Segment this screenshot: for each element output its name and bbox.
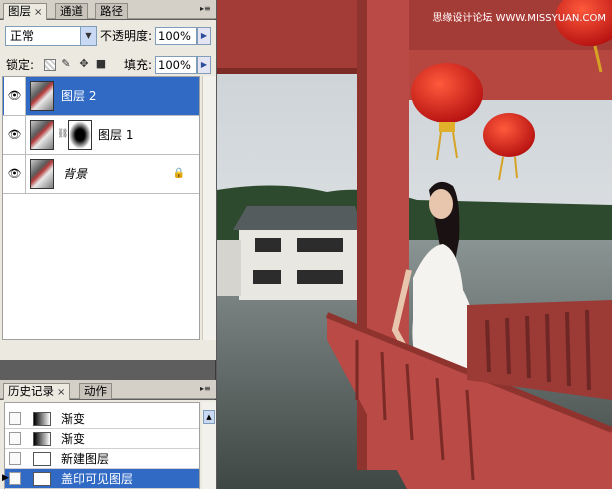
history-item[interactable]: 渐变 (5, 409, 199, 429)
layer-thumbnail (30, 120, 54, 150)
history-item[interactable]: 新建图层 (5, 449, 199, 469)
gradient-icon (33, 432, 51, 446)
layer-row-background[interactable]: 👁 背景 🔒 (3, 155, 199, 194)
tab-actions[interactable]: 动作 (79, 383, 112, 399)
tab-channels[interactable]: 通道 (55, 3, 88, 19)
layer-name: 背景 (63, 167, 88, 181)
opacity-label: 不透明度: (100, 29, 153, 43)
tab-history[interactable]: 历史记录 × (3, 383, 71, 400)
history-tabbar: 历史记录 × 动作 ▸≡ (0, 380, 216, 400)
opacity-input[interactable]: 100% (155, 27, 197, 45)
document-canvas[interactable]: 思缘设计论坛 WWW.MISSYUAN.COM (217, 0, 612, 489)
tab-layers[interactable]: 图层 × (3, 3, 48, 20)
lock-image-brush-icon[interactable]: ✎ (60, 58, 72, 70)
lock-position-move-icon[interactable]: ✥ (78, 58, 90, 70)
layer-thumbnail (30, 159, 54, 189)
panel-menu-icon[interactable]: ▸≡ (200, 385, 212, 395)
layer-row-layer1[interactable]: 👁 ⛓ 图层 1 (3, 116, 199, 155)
panels-dock: 图层 × 通道 路径 ▸≡ 正常 ▼ 不透明度: 100% ▶ 锁定: ✎ ✥ … (0, 0, 216, 489)
eye-icon[interactable]: 👁 (4, 116, 26, 154)
layers-list: 👁 图层 2 👁 ⛓ 图层 1 👁 背景 🔒 (2, 76, 200, 340)
chain-link-icon[interactable]: ⛓ (57, 129, 68, 139)
layer-name: 图层 2 (61, 89, 97, 103)
watermark-text: 思缘设计论坛 WWW.MISSYUAN.COM (432, 13, 606, 24)
history-list: 渐变 渐变 新建图层 ▶ 盖印可见图层 (2, 402, 200, 489)
layer-thumbnail (30, 81, 54, 111)
history-item[interactable]: 渐变 (5, 429, 199, 449)
history-panel: 渐变 渐变 新建图层 ▶ 盖印可见图层 ▲ (0, 400, 216, 489)
close-icon[interactable]: × (34, 7, 42, 18)
opacity-slider-button[interactable]: ▶ (197, 27, 211, 45)
gradient-icon (33, 412, 51, 426)
eye-icon[interactable]: 👁 (4, 77, 26, 115)
lock-label: 锁定: (6, 58, 35, 72)
wedding-photo (217, 0, 612, 489)
document-icon (33, 452, 51, 466)
layers-panel: 正常 ▼ 不透明度: 100% ▶ 锁定: ✎ ✥ ■ 填充: 100% ▶ 👁 (0, 20, 216, 360)
scroll-up-arrow-icon[interactable]: ▲ (203, 410, 215, 424)
fill-label: 填充: (124, 58, 153, 72)
blend-mode-select[interactable]: 正常 ▼ (5, 26, 97, 46)
snapshot-checkbox[interactable] (9, 432, 21, 445)
lock-icon: 🔒 (172, 168, 185, 179)
history-state-arrow-icon[interactable]: ▶ (2, 473, 9, 483)
document-icon (33, 472, 51, 486)
fill-input[interactable]: 100% (155, 56, 197, 74)
tab-paths[interactable]: 路径 (95, 3, 128, 19)
history-item-selected[interactable]: ▶ 盖印可见图层 (2, 469, 199, 489)
history-scrollbar[interactable]: ▲ (202, 402, 216, 489)
lock-all-icon[interactable]: ■ (95, 58, 107, 70)
snapshot-checkbox[interactable] (9, 472, 21, 485)
layers-tabbar: 图层 × 通道 路径 ▸≡ (0, 0, 216, 20)
close-icon[interactable]: × (57, 387, 65, 398)
blend-row: 正常 ▼ 不透明度: 100% ▶ (0, 24, 216, 48)
panel-menu-icon[interactable]: ▸≡ (200, 5, 212, 15)
eye-icon[interactable]: 👁 (4, 155, 26, 193)
layer-name: 图层 1 (98, 128, 134, 142)
photoshop-window: 图层 × 通道 路径 ▸≡ 正常 ▼ 不透明度: 100% ▶ 锁定: ✎ ✥ … (0, 0, 612, 489)
snapshot-checkbox[interactable] (9, 452, 21, 465)
layers-scrollbar[interactable] (202, 76, 216, 340)
fill-slider-button[interactable]: ▶ (197, 56, 211, 74)
lock-transparency-icon[interactable] (44, 59, 56, 71)
layer-mask-thumbnail[interactable] (68, 120, 92, 150)
chevron-down-icon: ▼ (80, 27, 96, 45)
layer-row-layer2[interactable]: 👁 图层 2 (3, 77, 199, 116)
snapshot-checkbox[interactable] (9, 412, 21, 425)
